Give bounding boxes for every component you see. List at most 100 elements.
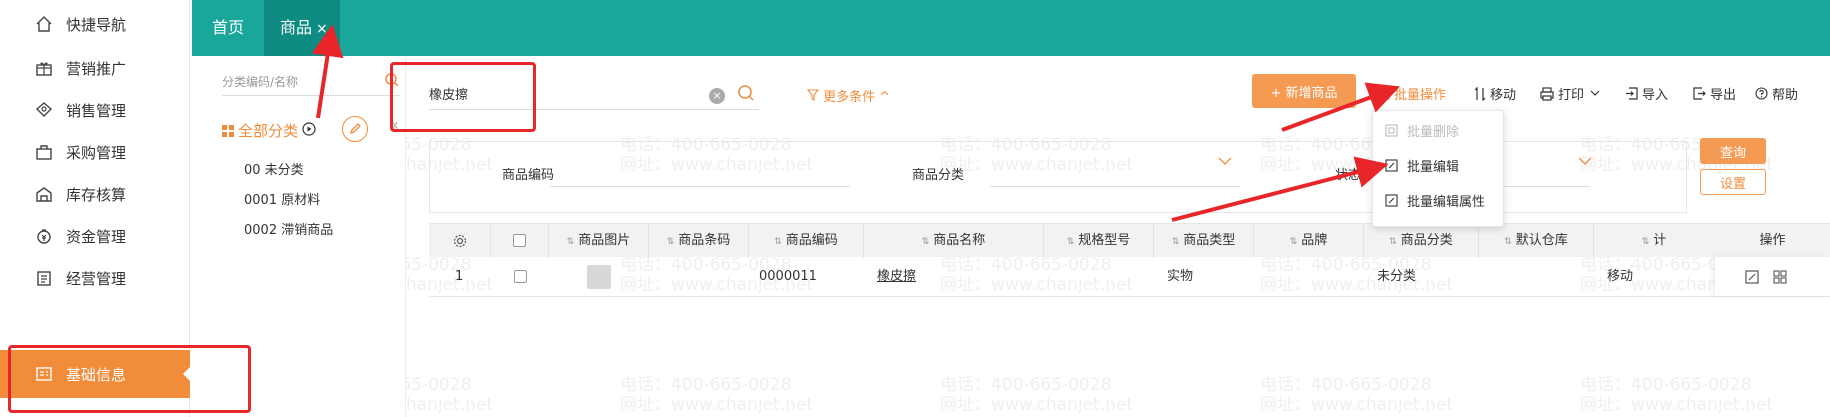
operations-header: 操作	[1715, 224, 1830, 258]
goods-code-cell: 0000011	[759, 269, 817, 284]
import-icon	[1625, 87, 1638, 100]
goods-category-select[interactable]	[990, 186, 1240, 187]
column-header[interactable]: ⇅ 商品类型	[1154, 224, 1254, 258]
more-conditions-label: 更多条件 ^	[823, 90, 891, 105]
category-all-label: 全部分类	[238, 122, 299, 140]
search-icon[interactable]	[737, 84, 755, 106]
batch-edit-attributes-item[interactable]: 批量编辑属性	[1385, 191, 1485, 210]
edit-icon	[1385, 158, 1399, 173]
settings-button[interactable]: 设置	[1700, 169, 1766, 195]
nav-item-inventory[interactable]: 库存核算	[0, 170, 190, 218]
sort-icon: ⇅	[1504, 237, 1512, 247]
warehouse-icon	[34, 184, 54, 204]
nav-label: 营销推广	[66, 59, 127, 78]
nav-item-marketing[interactable]: 营销推广	[0, 44, 190, 92]
nav-item-purchase[interactable]: 采购管理	[0, 128, 190, 176]
column-header[interactable]: ⇅ 商品图片	[549, 224, 649, 258]
goods-name-link[interactable]: 橡皮擦	[877, 257, 916, 297]
print-label: 打印	[1558, 88, 1585, 103]
grid-icon	[222, 124, 234, 137]
edit-icon	[1377, 87, 1390, 100]
select-all-checkbox[interactable]	[513, 234, 526, 247]
clipboard-icon	[34, 268, 54, 288]
category-item[interactable]: 0001 原材料	[244, 189, 320, 208]
grid-icon[interactable]	[1773, 270, 1787, 288]
close-icon[interactable]: ×	[316, 21, 328, 37]
help-button[interactable]: 帮助	[1755, 84, 1798, 103]
batch-delete-item[interactable]: 批量删除	[1385, 121, 1459, 140]
column-header[interactable]: ⇅ 品牌	[1254, 224, 1364, 258]
nav-label: 采购管理	[66, 143, 127, 162]
column-header[interactable]: ⇅ 商品编码	[749, 224, 864, 258]
tab-goods[interactable]: 商品 ×	[264, 0, 340, 56]
sales-icon	[34, 100, 54, 120]
tab-home[interactable]: 首页	[212, 0, 244, 56]
nav-label: 库存核算	[66, 185, 127, 204]
nav-label: 资金管理	[66, 227, 127, 246]
sort-icon: ⇅	[666, 237, 675, 247]
operations-cell	[1715, 257, 1830, 296]
column-header[interactable]: ⇅ 商品条码	[649, 224, 749, 258]
category-search-placeholder: 分类编码/名称	[222, 75, 299, 89]
column-header[interactable]: ⇅ 默认仓库	[1479, 224, 1594, 258]
nav-item-funds[interactable]: 资金管理	[0, 212, 190, 260]
import-button[interactable]: 导入	[1625, 84, 1668, 103]
printer-icon	[1540, 86, 1554, 101]
status-label: 状态	[1335, 168, 1362, 183]
query-button[interactable]: 查询	[1700, 138, 1766, 164]
add-goods-button[interactable]: + 新增商品	[1252, 74, 1356, 108]
nav-item-business[interactable]: 经营管理	[0, 254, 190, 302]
highlight-box-basic-info	[8, 345, 251, 413]
goods-image[interactable]	[587, 257, 611, 297]
column-header[interactable]: ⇅ 规格型号	[1044, 224, 1154, 258]
sort-icon: ⇅	[1289, 237, 1298, 247]
sort-icon: ⇅	[774, 237, 782, 247]
nav-label: 快捷导航	[66, 15, 127, 34]
goods-code-input[interactable]	[550, 186, 850, 187]
tab-home-label: 首页	[212, 18, 245, 37]
highlight-box-keyword	[390, 62, 536, 132]
category-all[interactable]: 全部分类	[222, 120, 316, 141]
select-all-column[interactable]	[491, 224, 549, 258]
category-edit-icon[interactable]	[342, 116, 368, 142]
help-label: 帮助	[1772, 88, 1799, 103]
sort-icon: ⇅	[1066, 237, 1075, 247]
batch-edit-item[interactable]: 批量编辑	[1385, 156, 1459, 175]
column-header[interactable]: ⇅ 商品名称	[864, 224, 1044, 258]
column-header[interactable]: ⇅ 计	[1594, 224, 1714, 258]
column-settings[interactable]	[429, 224, 491, 258]
table-row[interactable]: 1 0000011 橡皮擦 实物 未分类 移动	[429, 257, 1830, 297]
sort-icon: ⇅	[1641, 237, 1650, 247]
row-index: 1	[455, 269, 464, 284]
edit-icon[interactable]	[1745, 270, 1759, 288]
category-item[interactable]: 0002 滞销商品	[244, 219, 333, 238]
home-icon	[34, 14, 54, 34]
export-button[interactable]: 导出	[1693, 84, 1736, 103]
chevron-down-icon	[1590, 86, 1600, 101]
category-item[interactable]: 00 未分类	[244, 159, 304, 178]
filter-icon	[806, 89, 820, 105]
move-button[interactable]: 移动	[1474, 84, 1516, 103]
export-label: 导出	[1710, 88, 1737, 103]
goods-category-label: 商品分类	[912, 168, 965, 183]
tab-bar: 首页 商品 ×	[192, 0, 1830, 56]
nav-label: 销售管理	[66, 101, 127, 120]
nav-item-quick[interactable]: 快捷导航	[0, 0, 190, 48]
clear-icon[interactable]: ×	[709, 88, 725, 104]
row-checkbox[interactable]	[514, 257, 527, 297]
chevron-down-icon[interactable]	[1218, 154, 1232, 170]
goods-type-cell: 实物	[1167, 269, 1194, 284]
batch-operation-button[interactable]: 批量操作	[1377, 84, 1446, 103]
help-icon	[1755, 87, 1768, 100]
nav-item-sales[interactable]: 销售管理	[0, 86, 190, 134]
sort-arrows-icon	[1474, 86, 1486, 101]
chevron-down-icon[interactable]	[1578, 154, 1592, 170]
bag-icon	[34, 142, 54, 162]
more-conditions-button[interactable]: 更多条件 ^	[806, 86, 891, 105]
export-icon	[1693, 87, 1706, 100]
print-button[interactable]: 打印	[1540, 84, 1600, 103]
column-header[interactable]: ⇅ 商品分类	[1364, 224, 1479, 258]
gear-icon[interactable]	[453, 233, 467, 248]
category-search-input[interactable]: 分类编码/名称	[222, 66, 400, 96]
play-circle-icon[interactable]	[302, 121, 316, 140]
